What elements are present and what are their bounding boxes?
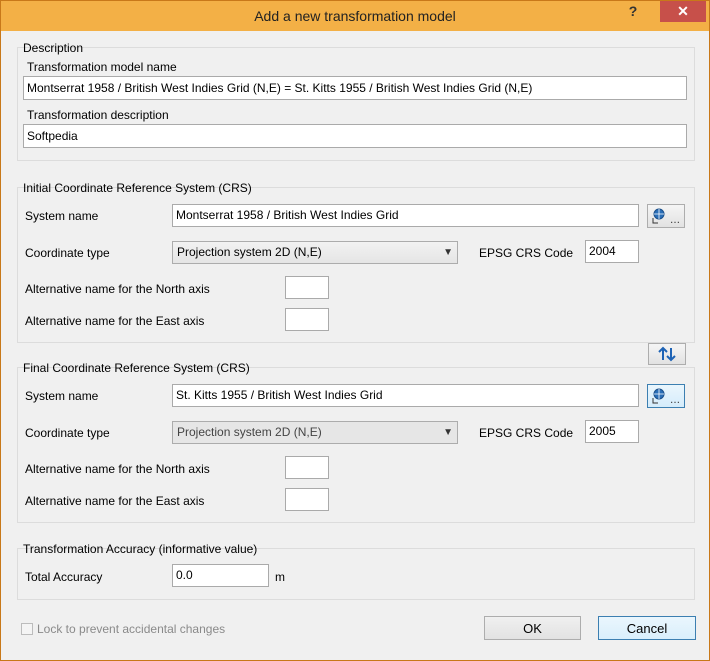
final-north-axis-label: Alternative name for the North axis	[25, 462, 210, 476]
svg-text:…: …	[670, 215, 680, 226]
chevron-down-icon: ▼	[443, 427, 453, 438]
final-east-axis-label: Alternative name for the East axis	[25, 494, 205, 508]
dialog-window: Add a new transformation model ? ✕ Descr…	[0, 0, 710, 661]
lock-checkbox[interactable]	[21, 623, 33, 635]
globe-select-icon: …	[652, 388, 680, 406]
model-name-input[interactable]: Montserrat 1958 / British West Indies Gr…	[23, 76, 687, 100]
initial-select-crs-button[interactable]: …	[647, 204, 685, 228]
model-name-label: Transformation model name	[27, 60, 177, 74]
final-crs-legend: Final Coordinate Reference System (CRS)	[23, 361, 250, 375]
initial-coord-type-label: Coordinate type	[25, 246, 110, 260]
final-select-crs-button[interactable]: …	[647, 384, 685, 408]
initial-system-label: System name	[25, 209, 99, 223]
description-legend: Description	[23, 41, 84, 55]
final-system-label: System name	[25, 389, 99, 403]
final-epsg-input[interactable]: 2005	[585, 420, 639, 443]
ok-button[interactable]: OK	[484, 616, 581, 640]
total-accuracy-label: Total Accuracy	[25, 570, 103, 584]
window-title: Add a new transformation model	[254, 8, 456, 24]
initial-epsg-label: EPSG CRS Code	[479, 246, 574, 260]
model-description-input[interactable]: Softpedia	[23, 124, 687, 148]
accuracy-unit: m	[275, 570, 285, 584]
swap-arrows-icon	[658, 346, 676, 362]
svg-text:…: …	[670, 395, 680, 406]
swap-crs-button[interactable]	[648, 343, 686, 365]
final-coord-type-select[interactable]: Projection system 2D (N,E) ▼	[172, 421, 458, 444]
initial-coord-type-value: Projection system 2D (N,E)	[177, 245, 322, 259]
chevron-down-icon: ▼	[443, 247, 453, 258]
initial-epsg-input[interactable]: 2004	[585, 240, 639, 263]
initial-coord-type-select[interactable]: Projection system 2D (N,E) ▼	[172, 241, 458, 264]
final-north-axis-input[interactable]	[285, 456, 329, 479]
initial-north-axis-label: Alternative name for the North axis	[25, 282, 210, 296]
help-button[interactable]: ?	[623, 3, 643, 23]
model-description-label: Transformation description	[27, 108, 169, 122]
globe-select-icon: …	[652, 208, 680, 226]
final-east-axis-input[interactable]	[285, 488, 329, 511]
cancel-button[interactable]: Cancel	[598, 616, 696, 640]
accuracy-legend: Transformation Accuracy (informative val…	[23, 542, 258, 556]
final-coord-type-value: Projection system 2D (N,E)	[177, 425, 322, 439]
final-system-input[interactable]: St. Kitts 1955 / British West Indies Gri…	[172, 384, 639, 407]
initial-north-axis-input[interactable]	[285, 276, 329, 299]
final-coord-type-label: Coordinate type	[25, 426, 110, 440]
title-bar: Add a new transformation model ? ✕	[1, 1, 709, 31]
final-epsg-label: EPSG CRS Code	[479, 426, 574, 440]
initial-system-input[interactable]: Montserrat 1958 / British West Indies Gr…	[172, 204, 639, 227]
lock-label: Lock to prevent accidental changes	[37, 622, 226, 636]
initial-east-axis-input[interactable]	[285, 308, 329, 331]
initial-crs-legend: Initial Coordinate Reference System (CRS…	[23, 181, 252, 195]
total-accuracy-input[interactable]: 0.0	[172, 564, 269, 587]
initial-east-axis-label: Alternative name for the East axis	[25, 314, 205, 328]
close-button[interactable]: ✕	[660, 1, 706, 22]
